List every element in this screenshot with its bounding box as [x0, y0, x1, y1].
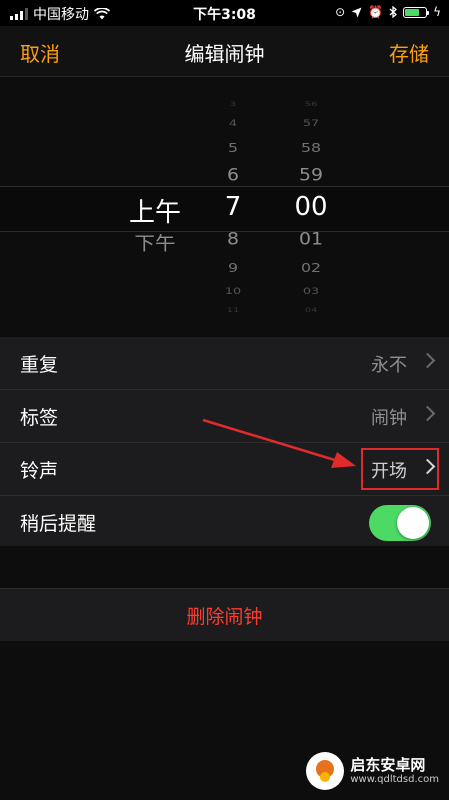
label-value: 闹钟	[371, 408, 407, 429]
ampm-option[interactable]: 上午	[100, 192, 210, 229]
label-row[interactable]: 标签 闹钟	[0, 390, 449, 443]
hour-option[interactable]: 5	[200, 140, 266, 155]
hour-option[interactable]: 10	[200, 286, 266, 297]
time-picker[interactable]: 上午 下午 3 4 5 6 7 8 9 10 11 56 57 58 59 00 01 02 03 04	[0, 77, 449, 337]
status-right: ⊙ ⏰ ϟ	[335, 5, 441, 19]
chevron-right-icon	[419, 352, 436, 369]
minute-wheel[interactable]: 56 57 58 59 00 01 02 03 04	[278, 77, 344, 337]
minute-option[interactable]: 04	[278, 307, 344, 314]
label-label: 标签	[20, 407, 59, 429]
hour-wheel[interactable]: 3 4 5 6 7 8 9 10 11	[200, 77, 266, 337]
watermark-name: 启东安卓网	[350, 756, 426, 775]
repeat-row[interactable]: 重复 永不	[0, 337, 449, 390]
minute-option[interactable]: 02	[278, 260, 344, 275]
watermark-url: www.qdltdsd.com	[350, 773, 439, 785]
repeat-label: 重复	[20, 354, 59, 376]
watermark-logo-icon	[306, 752, 345, 790]
ampm-wheel[interactable]: 上午 下午	[100, 77, 210, 337]
charging-icon: ϟ	[433, 5, 441, 19]
toggle-knob	[397, 507, 429, 539]
chevron-right-icon	[419, 458, 436, 475]
minute-option[interactable]: 56	[278, 101, 344, 108]
hour-option[interactable]: 7	[200, 192, 266, 222]
rotation-lock-icon: ⊙	[335, 5, 346, 19]
snooze-row: 稍后提醒	[0, 496, 449, 548]
ampm-option[interactable]: 下午	[100, 229, 210, 256]
minute-option[interactable]: 58	[278, 140, 344, 155]
hour-option[interactable]: 4	[200, 119, 266, 130]
alarm-icon: ⏰	[368, 5, 384, 19]
chevron-right-icon	[419, 405, 436, 422]
repeat-value: 永不	[371, 355, 407, 376]
minute-option[interactable]: 03	[278, 286, 344, 297]
hour-option[interactable]: 8	[200, 229, 266, 249]
hour-option[interactable]: 11	[200, 307, 266, 314]
page-title: 编辑闹钟	[184, 42, 265, 66]
snooze-label: 稍后提醒	[20, 513, 97, 535]
minute-option[interactable]: 01	[278, 229, 344, 249]
watermark: 启东安卓网 www.qdltdsd.com	[306, 752, 439, 790]
minute-option[interactable]: 57	[278, 119, 344, 130]
snooze-toggle[interactable]	[369, 505, 431, 541]
sound-row[interactable]: 铃声 开场	[0, 443, 449, 496]
hour-option[interactable]: 3	[200, 101, 266, 108]
delete-alarm-label: 删除闹钟	[186, 606, 263, 628]
status-bar: 中国移动 下午3:08 ⊙ ⏰ ϟ	[0, 0, 449, 26]
nav-bar: 取消 编辑闹钟 存储	[0, 26, 449, 77]
bluetooth-icon	[389, 6, 398, 18]
hour-option[interactable]: 9	[200, 260, 266, 275]
minute-option[interactable]: 59	[278, 165, 344, 185]
sound-value: 开场	[371, 461, 407, 482]
sound-label: 铃声	[20, 460, 59, 482]
alarm-settings-list: 重复 永不 标签 闹钟 铃声 开场 稍后提醒	[0, 337, 449, 548]
section-gap	[0, 546, 449, 588]
battery-icon	[403, 6, 430, 18]
minute-option[interactable]: 00	[278, 192, 344, 222]
location-icon	[351, 7, 362, 17]
hour-option[interactable]: 6	[200, 165, 266, 185]
save-button[interactable]: 存储	[389, 38, 429, 67]
cancel-button[interactable]: 取消	[20, 38, 60, 67]
delete-alarm-button[interactable]: 删除闹钟	[0, 588, 449, 642]
